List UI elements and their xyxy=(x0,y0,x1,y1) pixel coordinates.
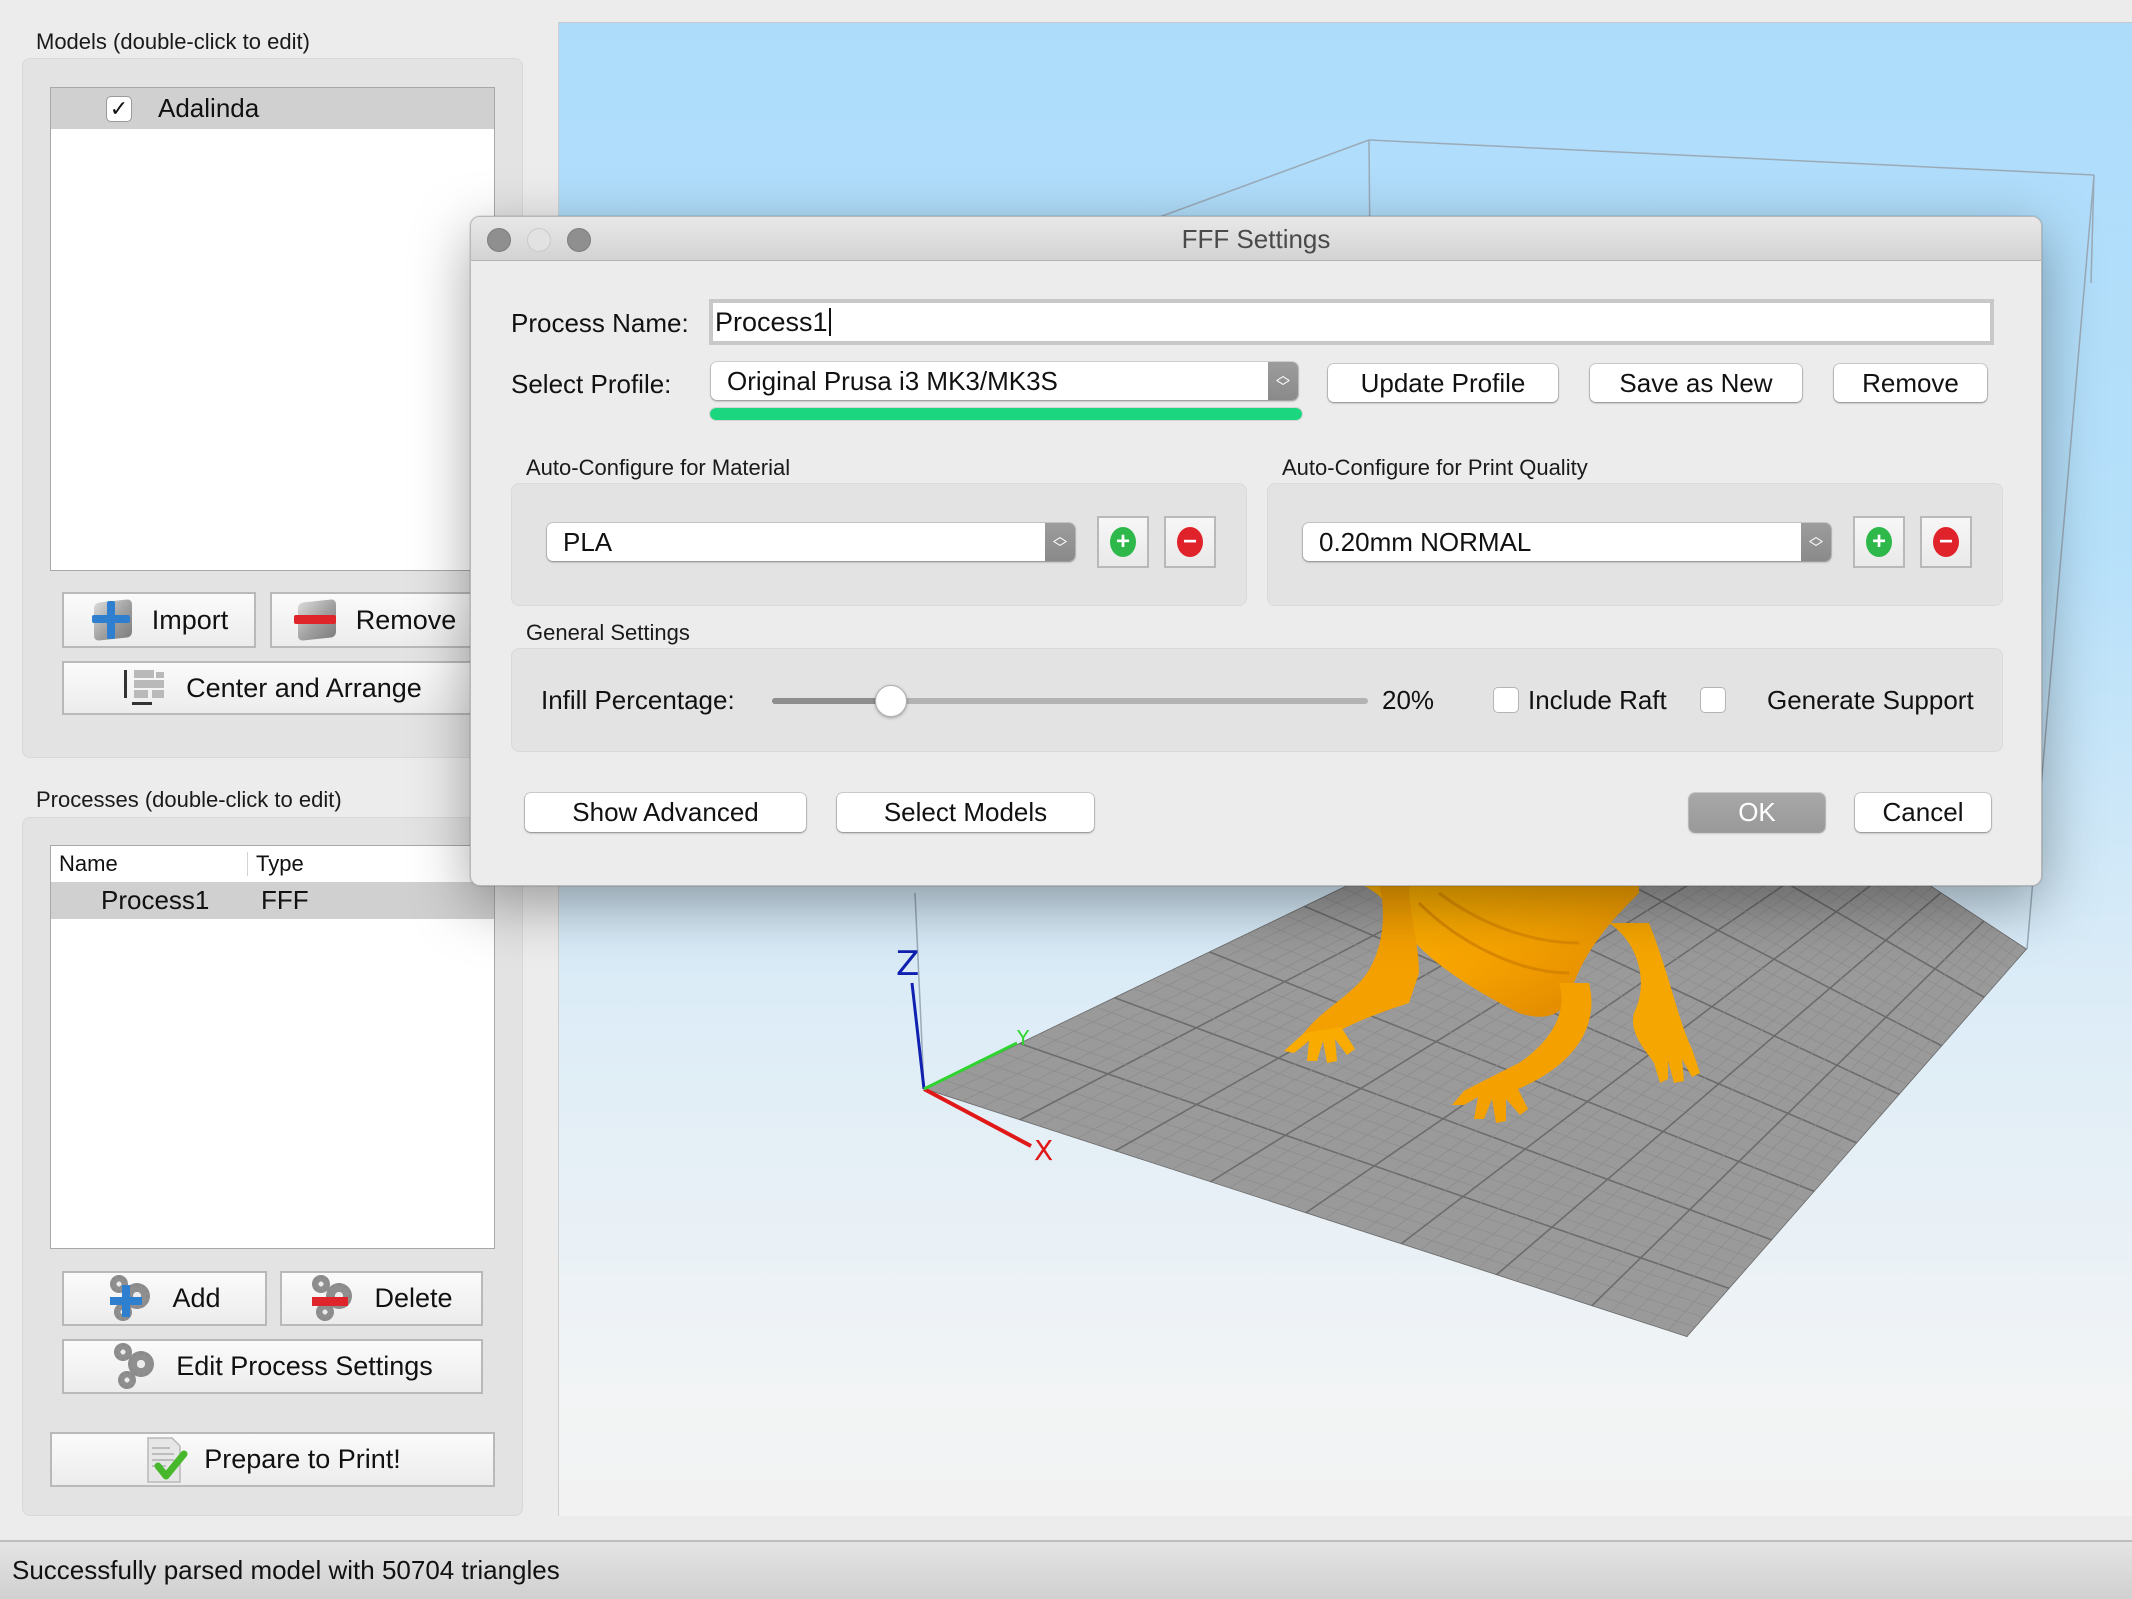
y-axis-label: Y xyxy=(1016,1026,1030,1050)
delete-process-button-label: Delete xyxy=(374,1283,453,1313)
infill-percentage-label: Infill Percentage: xyxy=(541,685,735,715)
gears-delete-icon xyxy=(310,1274,358,1323)
import-cube-icon xyxy=(90,597,136,643)
remove-cube-icon xyxy=(293,597,340,643)
models-section-label: Models (double-click to edit) xyxy=(36,29,310,54)
model-list-item[interactable]: ✓ Adalinda xyxy=(51,88,494,129)
column-header-type[interactable]: Type xyxy=(256,851,304,877)
include-raft-checkbox[interactable] xyxy=(1493,687,1519,713)
quality-group-title: Auto-Configure for Print Quality xyxy=(1282,455,1588,480)
infill-slider-fill xyxy=(772,698,892,704)
chevron-up-down-icon: ︿ ﹀ xyxy=(1801,523,1831,561)
process-table-row[interactable]: Process1 FFF xyxy=(51,882,494,919)
models-group: ✓ Adalinda xyxy=(22,58,523,758)
document-check-icon xyxy=(144,1436,188,1484)
prepare-to-print-label: Prepare to Print! xyxy=(204,1444,401,1474)
quality-group: 0.20mm NORMAL ︿ ﹀ + − xyxy=(1267,483,2003,606)
processes-table-header: Name Type xyxy=(51,846,494,882)
processes-group: Name Type Process1 FFF xyxy=(22,817,523,1516)
arrange-icon xyxy=(122,668,170,708)
center-arrange-button-label: Center and Arrange xyxy=(186,672,422,703)
infill-slider[interactable] xyxy=(772,685,1368,717)
process-name-label: Process Name: xyxy=(511,308,689,338)
generate-support-checkbox[interactable] xyxy=(1700,687,1726,713)
process-name-cell: Process1 xyxy=(101,885,210,915)
quality-select[interactable]: 0.20mm NORMAL ︿ ﹀ xyxy=(1303,523,1831,561)
select-profile-label: Select Profile: xyxy=(511,369,672,399)
remove-material-button[interactable]: − xyxy=(1164,516,1216,568)
add-quality-button[interactable]: + xyxy=(1853,516,1905,568)
remove-profile-button[interactable]: Remove xyxy=(1834,364,1987,402)
process-type-cell: FFF xyxy=(261,885,309,915)
z-axis-label: Z xyxy=(896,944,919,984)
text-caret xyxy=(828,308,831,336)
dialog-title: FFF Settings xyxy=(1181,224,1331,254)
ok-button[interactable]: OK xyxy=(1689,793,1825,832)
edit-process-settings-button[interactable]: Edit Process Settings xyxy=(62,1339,483,1394)
material-select[interactable]: PLA ︿ ﹀ xyxy=(547,523,1075,561)
generate-support-label[interactable]: Generate Support xyxy=(1767,685,1974,716)
update-profile-button[interactable]: Update Profile xyxy=(1328,364,1558,402)
profile-select[interactable]: Original Prusa i3 MK3/MK3S ︿ ﹀ xyxy=(711,362,1298,400)
plus-circle-icon: + xyxy=(1110,527,1136,557)
import-button-label: Import xyxy=(151,604,229,635)
status-bar: Successfully parsed model with 50704 tri… xyxy=(0,1540,2132,1599)
infill-slider-thumb[interactable] xyxy=(875,685,908,717)
model-name: Adalinda xyxy=(158,93,260,123)
dialog-titlebar[interactable]: FFF Settings xyxy=(471,217,2041,261)
model-visible-checkbox[interactable]: ✓ xyxy=(106,95,132,122)
general-settings-group: Infill Percentage: 20% Include Raft Gene… xyxy=(511,648,2003,752)
minus-circle-icon: − xyxy=(1933,527,1959,557)
remove-quality-button[interactable]: − xyxy=(1920,516,1972,568)
minus-circle-icon: − xyxy=(1177,527,1203,557)
remove-model-button-label: Remove xyxy=(355,604,457,635)
edit-process-settings-label: Edit Process Settings xyxy=(176,1351,433,1381)
remove-model-button[interactable]: Remove xyxy=(270,592,480,648)
profile-progress-fill xyxy=(710,408,1302,420)
general-settings-title: General Settings xyxy=(526,620,690,645)
gears-add-icon xyxy=(108,1274,156,1323)
material-select-value: PLA xyxy=(563,526,613,557)
save-as-new-button[interactable]: Save as New xyxy=(1590,364,1802,402)
prepare-to-print-button[interactable]: Prepare to Print! xyxy=(50,1432,495,1487)
processes-section-label: Processes (double-click to edit) xyxy=(36,787,342,812)
profile-select-value: Original Prusa i3 MK3/MK3S xyxy=(727,365,1058,396)
profile-progress-bar xyxy=(709,407,1303,421)
cancel-button[interactable]: Cancel xyxy=(1855,793,1991,832)
status-message: Successfully parsed model with 50704 tri… xyxy=(12,1555,560,1585)
material-group-title: Auto-Configure for Material xyxy=(526,455,791,480)
processes-table[interactable]: Name Type Process1 FFF xyxy=(50,845,495,1249)
add-material-button[interactable]: + xyxy=(1097,516,1149,568)
chevron-up-down-icon: ︿ ﹀ xyxy=(1045,523,1075,561)
models-list[interactable]: ✓ Adalinda xyxy=(50,87,495,571)
column-separator xyxy=(247,852,248,876)
center-arrange-button[interactable]: Center and Arrange xyxy=(62,661,482,715)
material-group: PLA ︿ ﹀ + − xyxy=(511,483,1247,606)
import-button[interactable]: Import xyxy=(62,592,256,648)
process-name-value: Process1 xyxy=(715,306,828,337)
show-advanced-button[interactable]: Show Advanced xyxy=(525,793,806,832)
infill-percentage-value: 20% xyxy=(1382,685,1435,715)
x-axis-label: X xyxy=(1034,1134,1053,1167)
add-process-button[interactable]: Add xyxy=(62,1271,267,1326)
include-raft-label[interactable]: Include Raft xyxy=(1528,685,1667,716)
gears-icon xyxy=(112,1342,160,1391)
quality-select-value: 0.20mm NORMAL xyxy=(1319,526,1532,557)
chevron-up-down-icon: ︿ ﹀ xyxy=(1268,362,1298,400)
plus-circle-icon: + xyxy=(1866,527,1892,557)
add-process-button-label: Add xyxy=(172,1283,221,1313)
delete-process-button[interactable]: Delete xyxy=(280,1271,483,1326)
fff-settings-dialog: FFF Settings Process Name: Process1 Sele… xyxy=(470,216,2042,886)
column-header-name[interactable]: Name xyxy=(59,851,247,877)
select-models-button[interactable]: Select Models xyxy=(837,793,1094,832)
process-name-input[interactable]: Process1 xyxy=(709,299,1994,345)
